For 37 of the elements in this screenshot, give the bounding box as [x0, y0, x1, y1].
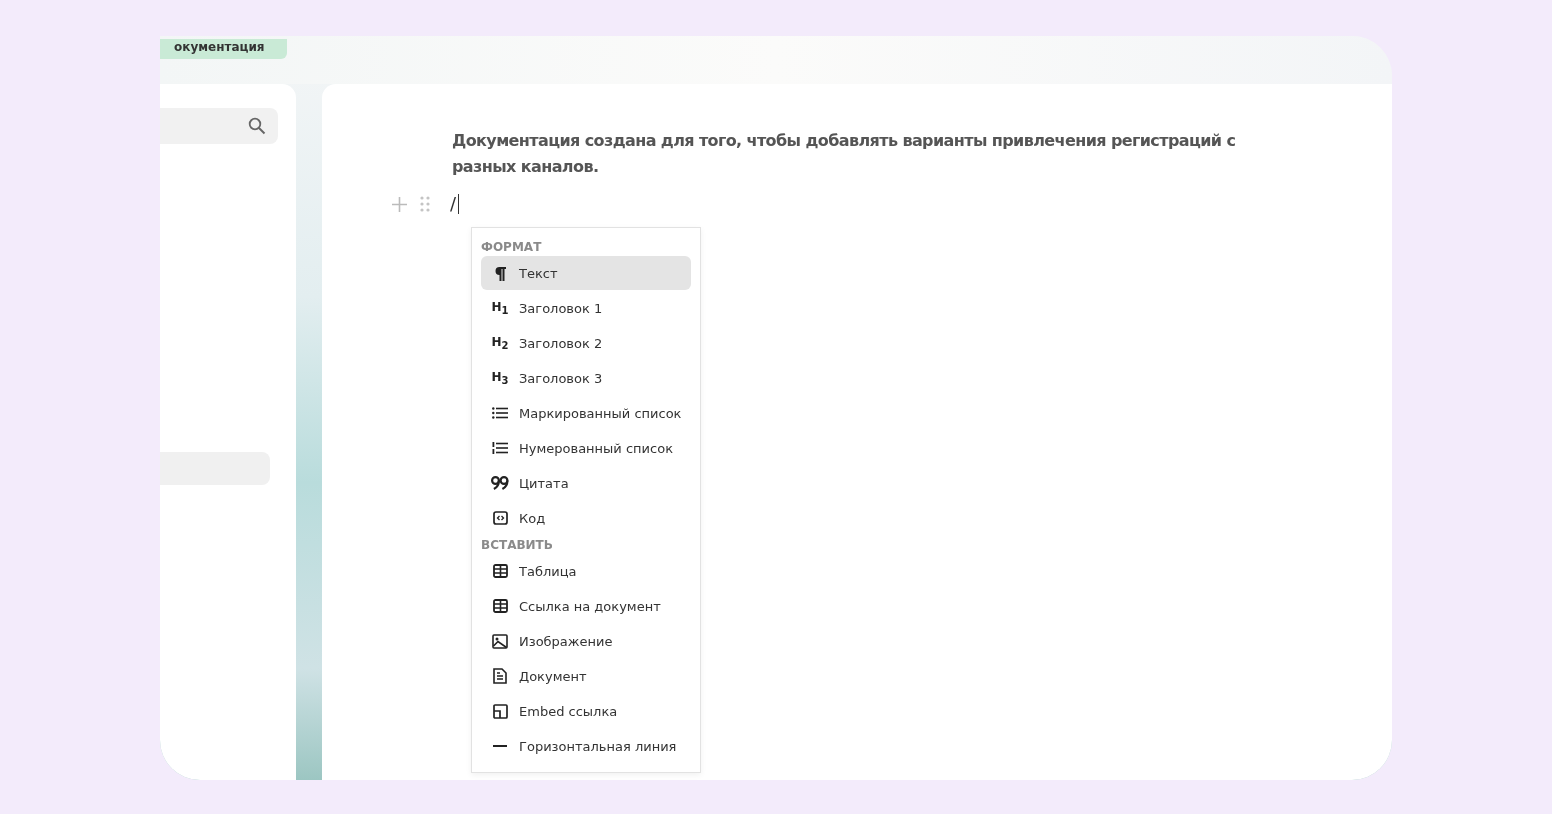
menu-item[interactable]: Изображение: [481, 624, 691, 658]
menu-item[interactable]: H$_{3}$ Заголовок 3: [481, 361, 691, 395]
quote-icon: [491, 476, 509, 490]
menu-item[interactable]: Таблица: [481, 554, 691, 588]
menu-item[interactable]: Embed ссылка: [481, 694, 691, 728]
bulleted-list-icon: [492, 407, 508, 419]
documentation-tab[interactable]: окументация: [160, 39, 287, 59]
search-icon: [248, 117, 266, 135]
horizontal-line-icon: [493, 745, 507, 747]
heading-icon: H$_{1}$: [491, 299, 509, 317]
search-field[interactable]: [160, 108, 278, 144]
menu-item[interactable]: Горизонтальная линия: [481, 729, 691, 763]
menu-item[interactable]: Текст: [481, 256, 691, 290]
document-icon: [493, 668, 507, 684]
menu-item[interactable]: Ссылка на документ: [481, 589, 691, 623]
menu-item[interactable]: H$_{1}$ Заголовок 1: [481, 291, 691, 325]
menu-item[interactable]: H$_{2}$ Заголовок 2: [481, 326, 691, 360]
table-icon: [492, 599, 508, 613]
paragraph-text: Документация создана для того, чтобы добавлять варианты привлечения регистраций с разных каналов.: [452, 130, 1237, 178]
plus-icon[interactable]: [392, 196, 407, 212]
editor-input[interactable]: /: [450, 194, 460, 214]
menu-item[interactable]: Маркированный список: [481, 396, 691, 430]
numbered-list-icon: [492, 442, 508, 454]
code-icon: [492, 511, 508, 525]
menu-item[interactable]: Документ: [481, 659, 691, 693]
pilcrow-icon: [493, 265, 507, 281]
heading-icon: H$_{3}$: [491, 369, 509, 387]
menu-item[interactable]: Нумерованный список: [481, 431, 691, 465]
table-icon: [492, 564, 508, 578]
menu-item[interactable]: Цитата: [481, 466, 691, 500]
heading-icon: H$_{2}$: [491, 334, 509, 352]
menu-item[interactable]: Код: [481, 501, 691, 535]
section-heading: ФОРМАТ: [481, 239, 543, 256]
embed-icon: [492, 703, 508, 719]
drag-handle-icon[interactable]: [420, 196, 430, 212]
image-icon: [492, 633, 508, 649]
section-heading: ВСТАВИТЬ: [481, 537, 554, 554]
